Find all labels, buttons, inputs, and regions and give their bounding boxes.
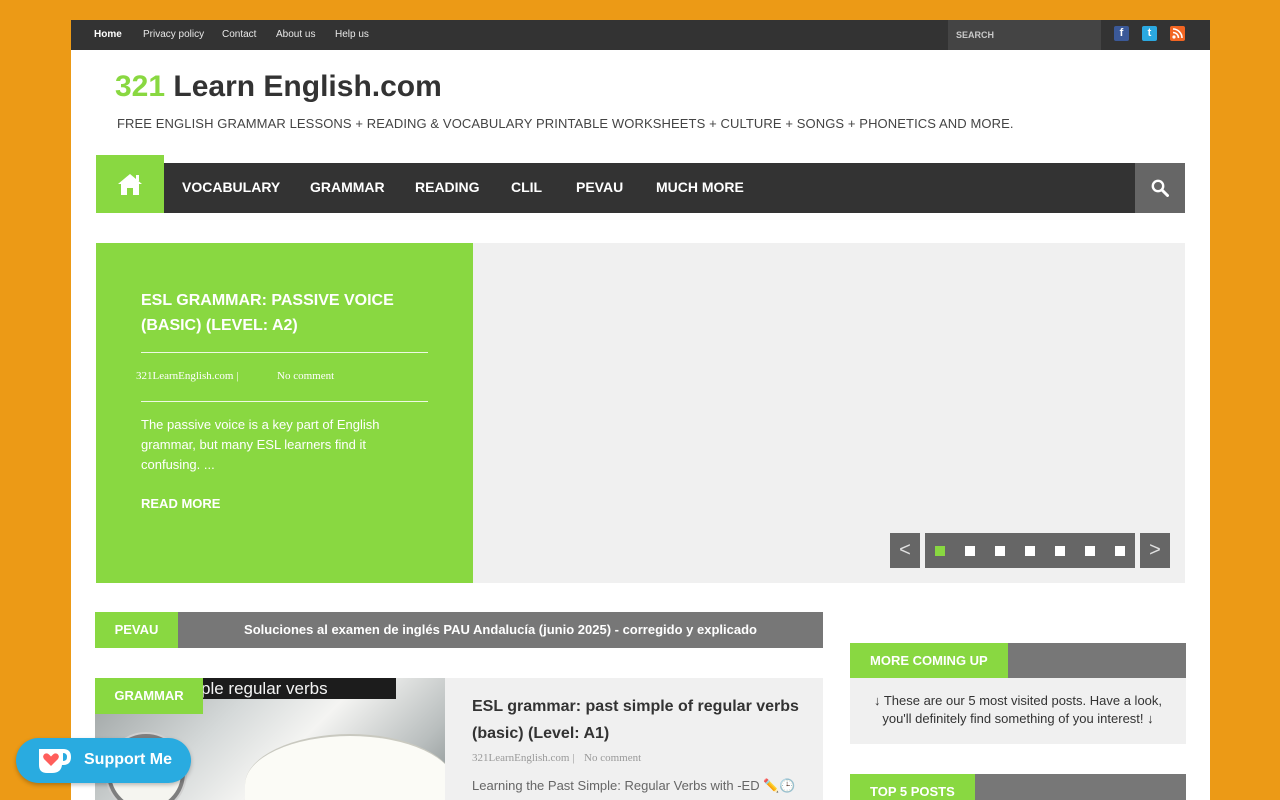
top-link-privacy[interactable]: Privacy policy	[143, 20, 204, 50]
search-icon	[1151, 179, 1169, 197]
nav-search-button[interactable]	[1135, 163, 1185, 213]
site-title-number: 321	[115, 70, 166, 103]
slide-comments[interactable]: No comment	[277, 370, 334, 382]
rss-icon[interactable]	[1170, 26, 1185, 41]
post-card: ple regular verbs GRAMMAR ESL grammar: p…	[95, 678, 823, 800]
slider-dot[interactable]	[1115, 546, 1125, 556]
main-nav: VOCABULARY GRAMMAR READING CLIL PEVAU MU…	[96, 155, 1185, 213]
slider-dot[interactable]	[995, 546, 1005, 556]
twitter-icon[interactable]: t	[1142, 26, 1157, 41]
top-bar: Home Privacy policy Contact About us Hel…	[71, 20, 1210, 50]
slider-dot[interactable]	[1085, 546, 1095, 556]
slide-divider	[141, 401, 428, 402]
nav-item-reading[interactable]: READING	[415, 163, 480, 213]
nav-item-much-more[interactable]: MUCH MORE	[656, 163, 744, 213]
chevron-left-icon: <	[899, 539, 911, 561]
nav-item-pevau[interactable]: PEVAU	[576, 163, 623, 213]
widget-header-more: MORE COMING UP	[850, 643, 1186, 678]
home-button[interactable]	[96, 155, 164, 213]
slider-dot[interactable]	[1025, 546, 1035, 556]
slide-excerpt: The passive voice is a key part of Engli…	[141, 417, 380, 472]
slide-title[interactable]: ESL GRAMMAR: PASSIVE VOICE (BASIC) (LEVE…	[141, 288, 421, 338]
widget-body-more: ↓ These are our 5 most visited posts. Ha…	[850, 678, 1186, 744]
slider-dot[interactable]	[935, 546, 945, 556]
facebook-icon[interactable]: f	[1114, 26, 1129, 41]
nav-item-grammar[interactable]: GRAMMAR	[310, 163, 385, 213]
slider-pagination	[925, 533, 1135, 568]
news-ticker: PEVAU Soluciones al examen de inglés PAU…	[95, 612, 823, 648]
site-title-text: Learn English.com	[165, 70, 442, 103]
widget-text-more: ↓ These are our 5 most visited posts. Ha…	[873, 693, 1163, 726]
thumb-banner: ple regular verbs	[195, 678, 396, 699]
post-category-badge[interactable]: GRAMMAR	[95, 678, 203, 714]
slider-next-button[interactable]: >	[1140, 533, 1170, 568]
slider-dot[interactable]	[1055, 546, 1065, 556]
ticker-headline[interactable]: Soluciones al examen de inglés PAU Andal…	[178, 612, 823, 648]
slide-divider	[141, 352, 428, 353]
ticker-label[interactable]: PEVAU	[95, 612, 178, 648]
top-link-about[interactable]: About us	[276, 20, 315, 50]
slider-prev-button[interactable]: <	[890, 533, 920, 568]
support-me-label: Support Me	[84, 751, 172, 768]
widget-title-top: TOP 5 POSTS	[850, 774, 975, 800]
top-search-box	[948, 20, 1101, 50]
top-link-contact[interactable]: Contact	[222, 20, 256, 50]
nav-item-clil[interactable]: CLIL	[511, 163, 542, 213]
slider-dot[interactable]	[965, 546, 975, 556]
slide-caption-panel: ESL GRAMMAR: PASSIVE VOICE (BASIC) (LEVE…	[96, 243, 473, 583]
read-more-link[interactable]: READ MORE	[141, 496, 220, 511]
support-me-button[interactable]: Support Me	[16, 738, 191, 783]
nav-item-vocabulary[interactable]: VOCABULARY	[182, 163, 280, 213]
site-title[interactable]: 321 Learn English.com	[115, 70, 442, 104]
slide-author: 321LearnEnglish.com |	[136, 370, 239, 382]
post-excerpt: Learning the Past Simple: Regular Verbs …	[472, 778, 796, 793]
post-author: 321LearnEnglish.com |	[472, 752, 575, 764]
kofi-cup-icon	[39, 749, 71, 773]
search-input[interactable]	[948, 20, 1096, 50]
post-comments[interactable]: No comment	[584, 752, 641, 764]
post-title[interactable]: ESL grammar: past simple of regular verb…	[472, 693, 807, 747]
home-icon	[118, 174, 142, 195]
top-link-home[interactable]: Home	[94, 20, 122, 50]
chevron-right-icon: >	[1149, 539, 1161, 561]
featured-slider: ESL GRAMMAR: PASSIVE VOICE (BASIC) (LEVE…	[96, 243, 1185, 583]
site-tagline: FREE ENGLISH GRAMMAR LESSONS + READING &…	[117, 116, 1014, 131]
top-link-help[interactable]: Help us	[335, 20, 369, 50]
thumb-book-shape	[245, 734, 445, 800]
widget-title-more: MORE COMING UP	[850, 643, 1008, 678]
widget-header-top: TOP 5 POSTS	[850, 774, 1186, 800]
page-wrapper: Home Privacy policy Contact About us Hel…	[71, 20, 1210, 800]
